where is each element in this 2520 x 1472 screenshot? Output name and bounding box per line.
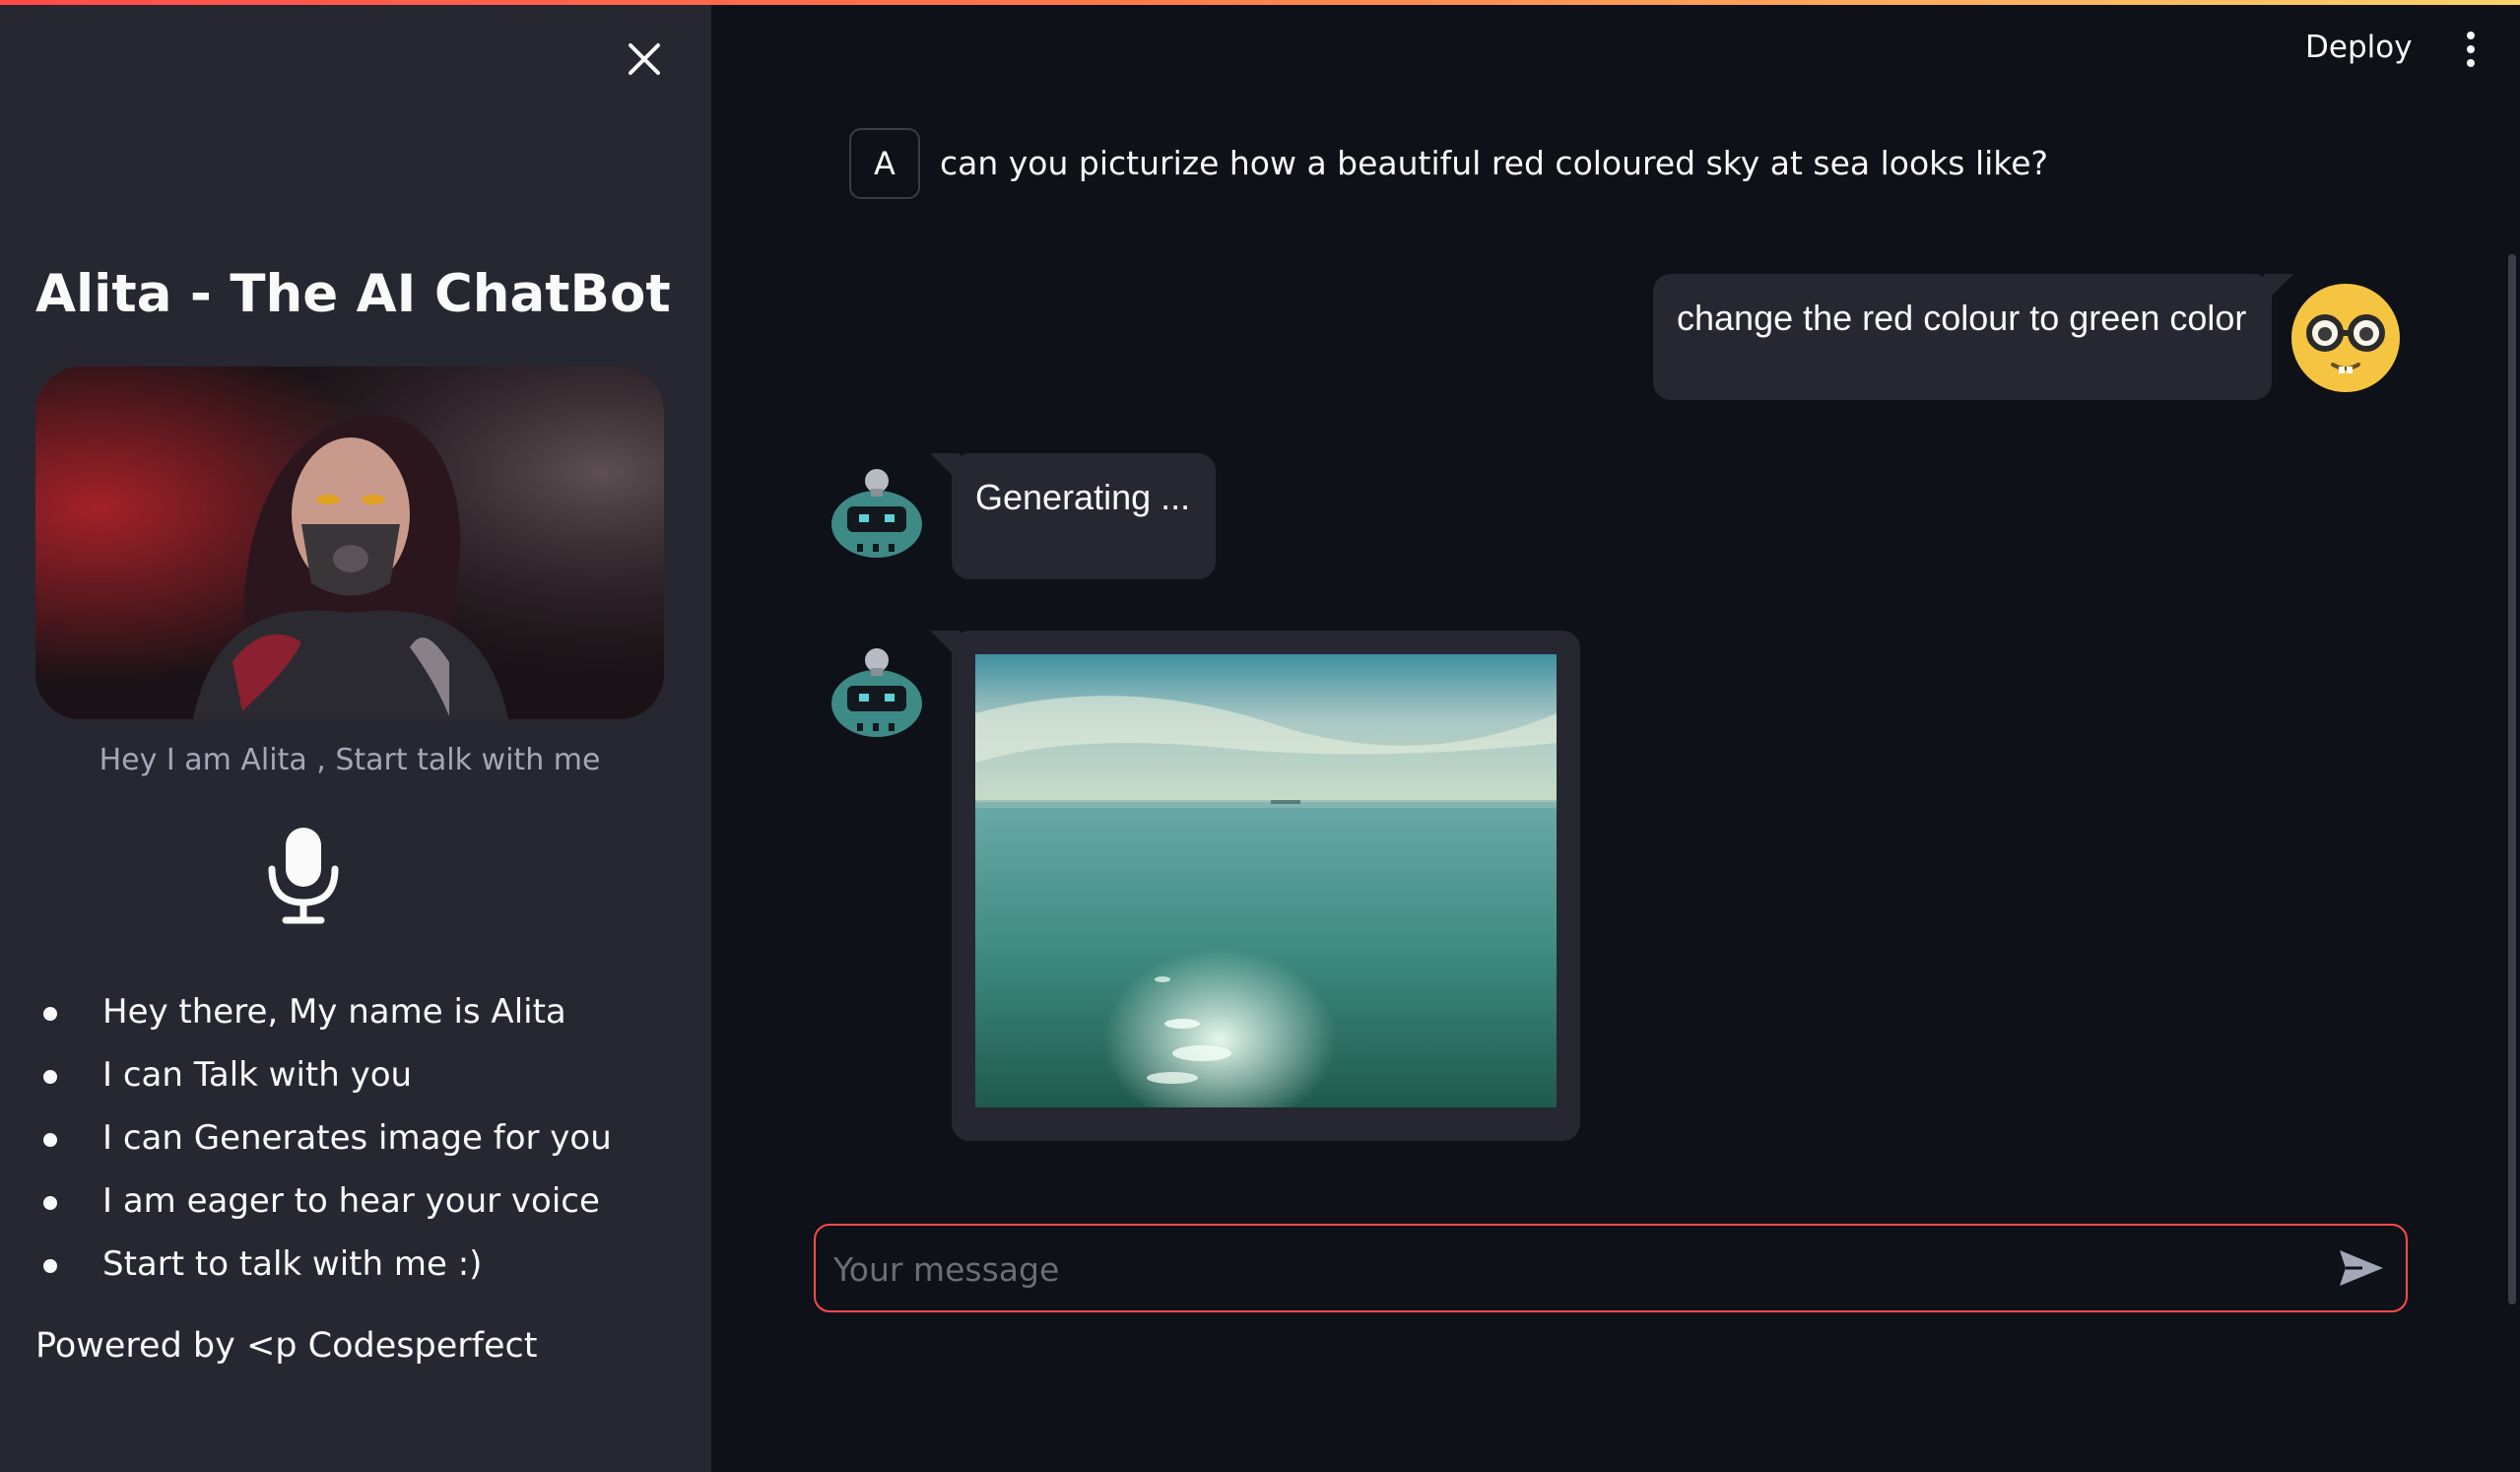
generated-sea-image xyxy=(975,654,1557,1107)
top-decoration-stripe xyxy=(0,0,2520,5)
list-item: I am eager to hear your voice xyxy=(35,1170,612,1233)
alita-hero-image xyxy=(35,367,664,719)
close-icon xyxy=(629,43,660,75)
robot-avatar-icon xyxy=(828,463,926,562)
sidebar-title: Alita - The AI ChatBot xyxy=(35,264,671,324)
user-message-text: can you picturize how a beautiful red co… xyxy=(940,144,2049,182)
user-message-bubble: change the red colour to green color xyxy=(1653,274,2293,400)
list-item: Hey there, My name is Alita xyxy=(35,980,612,1043)
robot-avatar-icon xyxy=(828,642,926,741)
chat-scrollbar[interactable] xyxy=(2508,254,2516,1305)
message-text: change the red colour to green color xyxy=(1677,298,2247,338)
message-text: Generating ... xyxy=(975,477,1191,517)
chat-input-container xyxy=(814,1224,2408,1312)
deploy-button[interactable]: Deploy xyxy=(2305,30,2413,65)
list-item: I can Generates image for you xyxy=(35,1106,612,1170)
send-button[interactable] xyxy=(2337,1247,2386,1289)
sidebar-caption: Hey I am Alita , Start talk with me xyxy=(99,743,601,777)
sidebar: Alita - The AI ChatBot Hey I am Alita , … xyxy=(0,0,711,1472)
message-input[interactable] xyxy=(831,1226,2313,1312)
microphone-icon xyxy=(268,828,339,924)
close-sidebar-button[interactable] xyxy=(619,33,670,85)
assistant-message-bubble: Generating ... xyxy=(930,453,1216,579)
send-icon xyxy=(2340,1250,2383,1286)
main-menu-button[interactable] xyxy=(2457,30,2485,69)
feature-list: Hey there, My name is Alita I can Talk w… xyxy=(35,980,612,1296)
list-item: Start to talk with me :) xyxy=(35,1233,612,1296)
kebab-menu-icon xyxy=(2467,32,2475,67)
powered-by-text: Powered by <p Codesperfect xyxy=(35,1326,538,1366)
nerd-face-avatar-icon xyxy=(2289,282,2402,394)
assistant-image-bubble xyxy=(930,631,1580,1141)
user-avatar: A xyxy=(849,128,920,199)
microphone-button[interactable] xyxy=(264,824,343,926)
list-item: I can Talk with you xyxy=(35,1043,612,1106)
